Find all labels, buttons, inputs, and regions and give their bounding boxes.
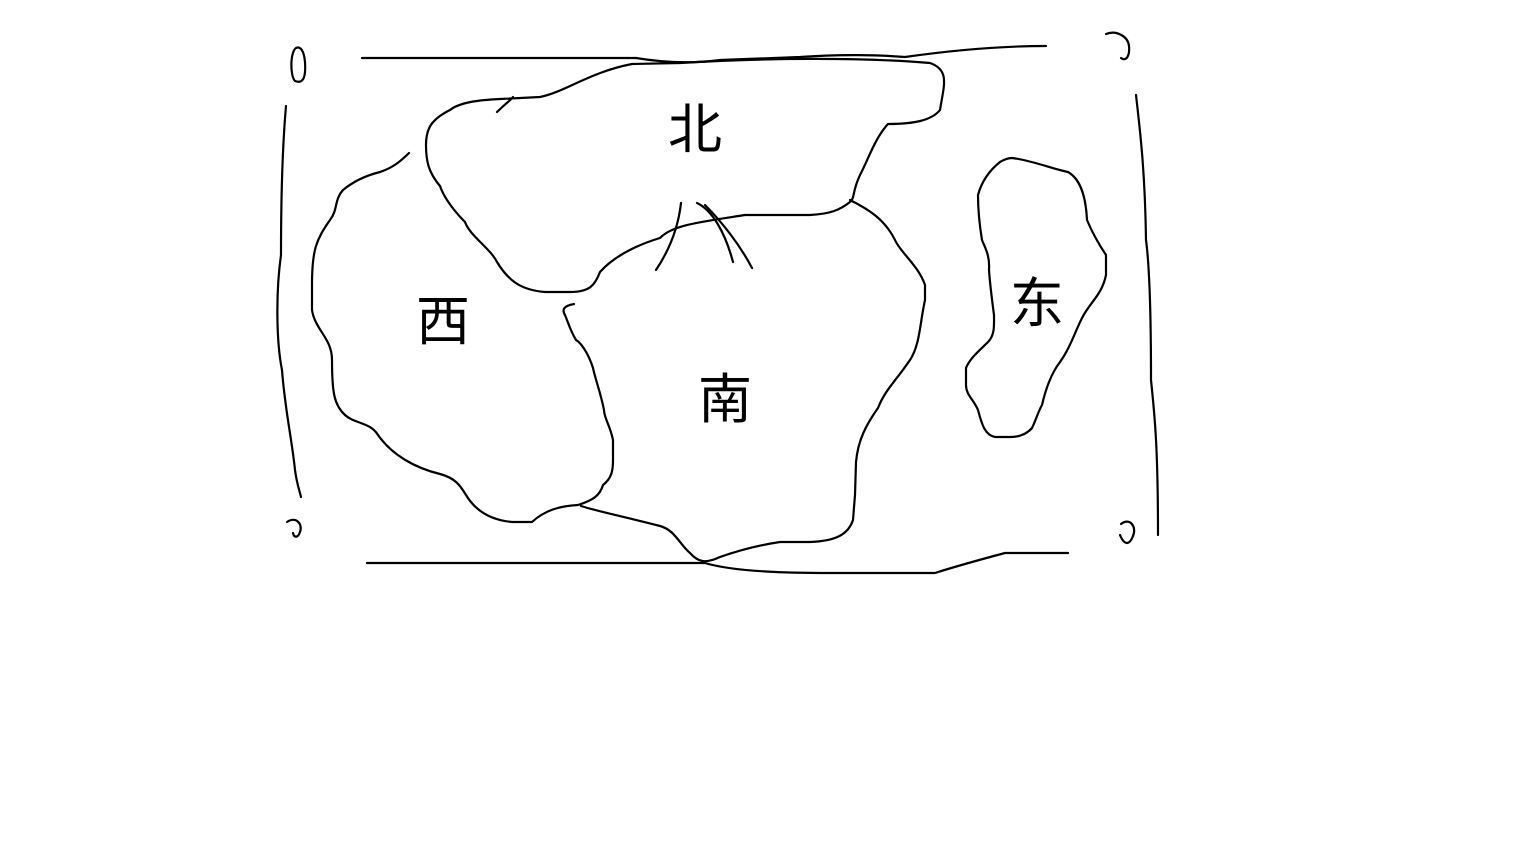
region-east: 东 [964, 156, 1108, 439]
region-west: 西 [310, 151, 615, 524]
region-north-outline [424, 57, 946, 294]
frame-right-line [1134, 93, 1160, 537]
frame-left-line [276, 104, 303, 499]
region-east-label: 东 [1010, 272, 1064, 335]
center-mark-left-stroke [654, 201, 683, 272]
region-south-outline [579, 198, 927, 563]
center-mark [654, 201, 754, 272]
corner-mark-bottom-right [1118, 520, 1136, 545]
region-north: 北 [424, 57, 946, 294]
frame-top-line [360, 44, 1048, 64]
corner-mark-top-left [290, 46, 307, 83]
region-north-label: 北 [668, 98, 722, 161]
region-west-label: 西 [416, 290, 470, 353]
sketch-canvas: 北 西 南 东 [0, 0, 1536, 864]
corner-mark-top-right [1104, 31, 1131, 61]
center-mark-right-stroke [695, 201, 735, 264]
corner-mark-bottom-left [285, 518, 302, 538]
region-south: 南 [579, 198, 927, 563]
region-south-label: 南 [698, 368, 752, 431]
hand-drawn-map: 北 西 南 东 [276, 31, 1160, 575]
frame-bottom-line [365, 551, 1070, 575]
